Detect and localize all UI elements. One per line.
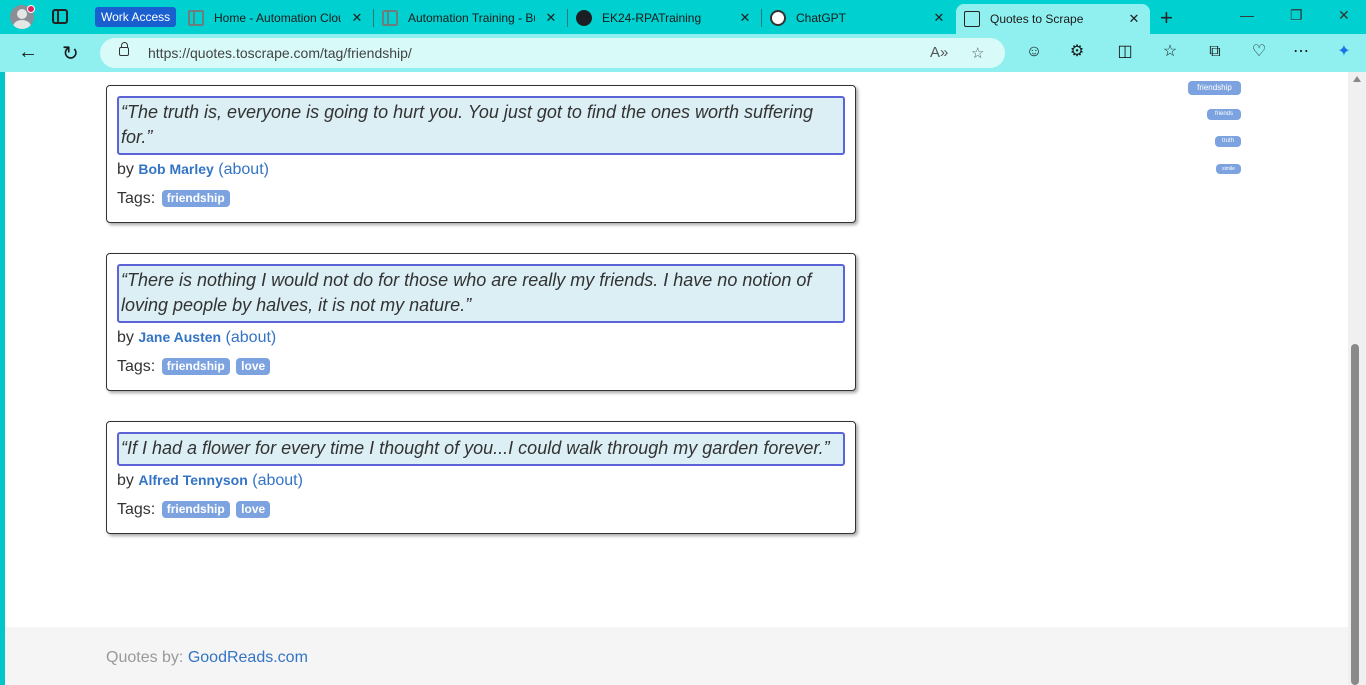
vertical-scrollbar[interactable]	[1348, 72, 1366, 685]
document-icon	[964, 11, 980, 27]
notification-badge	[27, 5, 35, 13]
work-access-badge[interactable]: Work Access	[95, 7, 177, 27]
close-tab-icon[interactable]: ✕	[543, 10, 559, 26]
about-link[interactable]: (about)	[218, 161, 269, 178]
tab-automation-cloud[interactable]: Home - Automation Cloud ✕	[180, 4, 373, 32]
close-tab-icon[interactable]: ✕	[1126, 11, 1142, 27]
tags-label: Tags:	[117, 190, 156, 207]
copilot-bot-icon[interactable]: ☺	[1024, 42, 1044, 62]
tab-strip: Work Access Home - Automation Cloud ✕ Au…	[0, 0, 1366, 34]
author-name: Jane Austen	[138, 329, 222, 345]
tab-actions-icon[interactable]	[52, 9, 68, 24]
tab-automation-training[interactable]: Automation Training - Bu ✕	[374, 4, 567, 32]
quote-tags: Tags: friendship love	[117, 501, 845, 519]
quote-card: “The truth is, everyone is going to hurt…	[106, 85, 856, 223]
tab-title: Automation Training - Bu	[408, 11, 535, 25]
tab-github[interactable]: EK24-RPATraining ✕	[568, 4, 761, 32]
refresh-icon[interactable]: ↻	[62, 41, 79, 66]
quote-byline: by Jane Austen (about)	[117, 329, 845, 347]
chatgpt-icon	[770, 10, 786, 26]
collections-icon[interactable]: ⧉	[1205, 42, 1225, 62]
close-tab-icon[interactable]: ✕	[349, 10, 365, 26]
top-tag-friendship[interactable]: friendship	[1188, 81, 1241, 95]
tab-title: Home - Automation Cloud	[214, 11, 341, 25]
quote-tags: Tags: friendship love	[117, 358, 845, 376]
scrollbar-thumb[interactable]	[1351, 344, 1359, 685]
lock-icon[interactable]	[119, 42, 129, 56]
by-label: by	[117, 161, 134, 178]
favorite-star-icon[interactable]: ☆	[971, 44, 984, 62]
new-tab-icon[interactable]: +	[1160, 5, 1173, 31]
close-tab-icon[interactable]: ✕	[737, 10, 753, 26]
quote-text: “If I had a flower for every time I thou…	[117, 432, 845, 466]
copilot-icon[interactable]: ✦	[1334, 42, 1354, 62]
tag-love[interactable]: love	[236, 501, 271, 518]
page-footer: Quotes by: GoodReads.com	[5, 627, 1348, 685]
read-aloud-icon[interactable]: A»	[930, 44, 948, 61]
by-label: by	[117, 472, 134, 489]
tags-label: Tags:	[117, 358, 156, 375]
extensions-icon[interactable]: ⚙	[1067, 42, 1087, 62]
close-window-icon[interactable]: ✕	[1338, 7, 1350, 24]
top-tag-simile[interactable]: simile	[1216, 164, 1241, 174]
close-tab-icon[interactable]: ✕	[931, 10, 947, 26]
quote-text: “The truth is, everyone is going to hurt…	[117, 96, 845, 155]
quote-text: “There is nothing I would not do for tho…	[117, 264, 845, 323]
about-link[interactable]: (about)	[252, 472, 303, 489]
quote-card: “If I had a flower for every time I thou…	[106, 421, 856, 534]
back-arrow-icon[interactable]: ←	[18, 41, 38, 64]
author-name: Alfred Tennyson	[138, 472, 248, 488]
browser-essentials-icon[interactable]: ♡	[1249, 42, 1269, 62]
favorites-icon[interactable]: ☆	[1160, 42, 1180, 62]
author-name: Bob Marley	[138, 161, 214, 177]
by-label: by	[117, 329, 134, 346]
tag-friendship[interactable]: friendship	[161, 358, 230, 375]
tag-friendship[interactable]: friendship	[161, 501, 230, 518]
tab-title: Quotes to Scrape	[990, 12, 1084, 26]
quote-card: “There is nothing I would not do for tho…	[106, 253, 856, 391]
scroll-up-arrow-icon[interactable]	[1353, 76, 1361, 82]
automation-cloud-icon	[188, 10, 204, 26]
browser-toolbar: ← ↻ https://quotes.toscrape.com/tag/frie…	[0, 34, 1366, 72]
more-menu-icon[interactable]: ⋯	[1291, 42, 1311, 62]
tab-title: ChatGPT	[796, 11, 847, 25]
automation-training-icon	[382, 10, 398, 26]
page-viewport: “The truth is, everyone is going to hurt…	[5, 72, 1348, 685]
tab-title: EK24-RPATraining	[602, 11, 702, 25]
footer-text: Quotes by: GoodReads.com	[106, 649, 308, 667]
url-text[interactable]: https://quotes.toscrape.com/tag/friendsh…	[148, 45, 412, 61]
tag-love[interactable]: love	[236, 358, 271, 375]
goodreads-link[interactable]: GoodReads.com	[188, 649, 308, 666]
maximize-icon[interactable]: ❐	[1290, 7, 1303, 24]
address-bar[interactable]: https://quotes.toscrape.com/tag/friendsh…	[100, 38, 1005, 68]
minimize-icon[interactable]: —	[1240, 7, 1254, 23]
github-icon	[576, 10, 592, 26]
tag-friendship[interactable]: friendship	[161, 190, 230, 207]
quote-tags: Tags: friendship	[117, 190, 845, 208]
top-tag-friends[interactable]: friends	[1207, 109, 1241, 120]
quote-byline: by Bob Marley (about)	[117, 161, 845, 179]
tags-label: Tags:	[117, 501, 156, 518]
split-screen-icon[interactable]: ◫	[1115, 42, 1135, 62]
tab-chatgpt[interactable]: ChatGPT ✕	[762, 4, 955, 32]
tab-quotes-to-scrape[interactable]: Quotes to Scrape ✕	[956, 4, 1150, 34]
top-tag-truth[interactable]: truth	[1215, 136, 1241, 147]
quote-byline: by Alfred Tennyson (about)	[117, 472, 845, 490]
footer-prefix: Quotes by:	[106, 649, 184, 666]
about-link[interactable]: (about)	[226, 329, 277, 346]
